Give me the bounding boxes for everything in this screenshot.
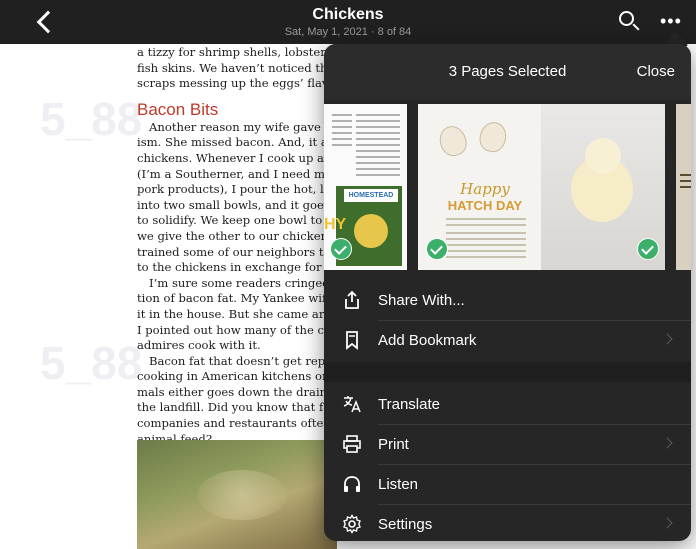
print-icon bbox=[342, 434, 362, 454]
page-title: Chickens bbox=[312, 6, 384, 23]
menu-item-label: Settings bbox=[378, 516, 433, 533]
article-photo bbox=[137, 440, 337, 549]
top-bar: Chickens Sat, May 1, 2021 · 8 of 84 ••• bbox=[0, 0, 696, 44]
page-thumbnail[interactable]: HOMESTEAD HY bbox=[324, 104, 407, 270]
selected-check-icon bbox=[330, 238, 352, 260]
translate-icon bbox=[342, 394, 362, 414]
page-subtitle: Sat, May 1, 2021 · 8 of 84 bbox=[284, 26, 412, 38]
thumb-heading: HATCH DAY bbox=[447, 198, 523, 213]
more-options-icon[interactable]: ••• bbox=[660, 12, 686, 32]
menu-item-label: Share With... bbox=[378, 292, 465, 309]
magazine-name: HOMESTEAD bbox=[344, 189, 398, 202]
menu-item-label: Listen bbox=[378, 476, 419, 493]
chevron-right-icon bbox=[661, 517, 673, 529]
menu-item-label: Print bbox=[378, 436, 409, 453]
chevron-right-icon bbox=[661, 437, 673, 449]
thumb-heading: Happy bbox=[460, 180, 510, 198]
menu-item-label: Add Bookmark bbox=[378, 332, 477, 349]
cover-letters: HY bbox=[324, 216, 347, 233]
watermark: 5_88 bbox=[40, 337, 143, 389]
pages-selected-popover: 3 Pages Selected Close HOMESTEAD HY Happ… bbox=[324, 44, 691, 541]
close-button[interactable]: Close bbox=[637, 63, 675, 80]
search-icon[interactable] bbox=[616, 8, 642, 34]
menu-item-label: Translate bbox=[378, 396, 440, 413]
selected-check-icon bbox=[637, 238, 659, 260]
chevron-right-icon bbox=[661, 333, 673, 345]
bookmark-icon bbox=[342, 330, 362, 350]
share-icon bbox=[342, 290, 362, 310]
menu-item-translate[interactable]: Translate bbox=[324, 384, 691, 424]
watermark: 5_88 bbox=[40, 93, 143, 145]
menu-item-settings[interactable]: Settings bbox=[324, 504, 691, 541]
menu-item-share[interactable]: Share With... bbox=[324, 280, 691, 320]
page-thumbnails[interactable]: HOMESTEAD HY Happy HATCH DAY bbox=[324, 104, 691, 271]
menu-item-listen[interactable]: Listen bbox=[324, 464, 691, 504]
page-thumbnail[interactable] bbox=[676, 104, 691, 270]
popover-header: 3 Pages Selected Close bbox=[324, 44, 691, 100]
gear-icon bbox=[342, 514, 362, 534]
headphones-icon bbox=[342, 474, 362, 494]
menu-item-print[interactable]: Print bbox=[324, 424, 691, 464]
menu-item-add-bookmark[interactable]: Add Bookmark bbox=[324, 320, 691, 360]
page-thumbnail[interactable]: Happy HATCH DAY bbox=[418, 104, 665, 270]
selected-check-icon bbox=[426, 238, 448, 260]
